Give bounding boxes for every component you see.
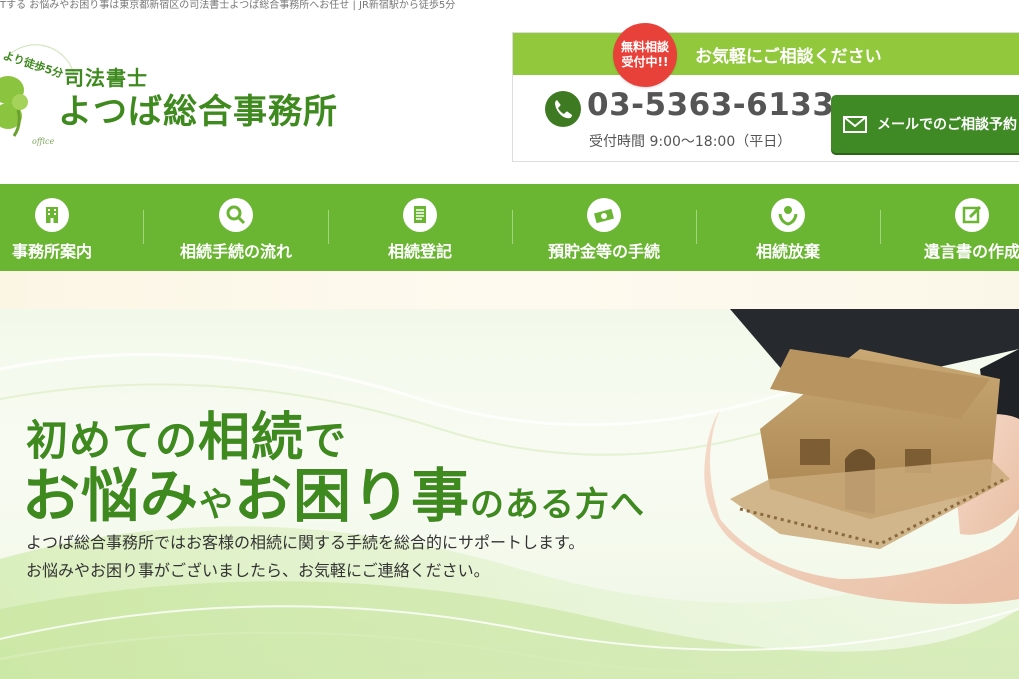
decorative-band [0,271,1019,309]
pencil-icon [955,198,989,232]
nav-item-flow[interactable]: 相続手続の流れ [144,184,328,271]
nav-item-savings[interactable]: 預貯金等の手続 [512,184,696,271]
contact-bar-text: お気軽にご相談ください [695,47,882,67]
phone-icon [545,91,581,127]
building-icon [35,198,69,232]
hero-headline-2a: お悩み [22,462,200,530]
nav-item-renunciation[interactable]: 相続放棄 [696,184,880,271]
logo-sub-text: office [32,137,55,146]
nav-label: 相続登記 [387,242,452,261]
free-consult-badge: 無料相談 受付中!! [613,23,677,87]
hero-headline-2: お悩みやお困り事のある方へ [22,449,645,533]
nav-item-office[interactable]: 事務所案内 [0,184,144,271]
hero-banner: 初めての相続で お悩みやお困り事のある方へ よつば総合事務所ではお客様の相続に関… [0,309,1019,679]
document-icon [403,198,437,232]
mail-button-label: メールでのご相談予約 [877,117,1017,133]
header: より徒歩5分 office 司法書士 よつば総合事務所 お気軽にご相談ください … [0,14,1019,184]
nav-label: 預貯金等の手続 [547,242,660,261]
nav-label: 相続手続の流れ [179,242,292,261]
hero-headline-2b: や [199,485,235,525]
logo-title: よつば総合事務所 [58,92,338,132]
phone-number[interactable]: 03-5363-6133 [587,87,834,123]
nav-label: 遺言書の作成 [923,242,1019,261]
nav-item-will[interactable]: 遺言書の作成 [880,184,1019,271]
nav-label: 事務所案内 [11,242,92,261]
main-nav: 事務所案内 相続手続の流れ 相続登記 預貯金等の手続 相続放棄 遺言書の作成 [0,184,1019,271]
badge-line-1: 無料相談 [620,40,669,54]
hero-description-2: お悩みやお困り事がございましたら、お気軽にご連絡ください。 [26,561,490,580]
hands-icon [771,198,805,232]
logo-arc-text: より徒歩5分 [1,48,65,81]
site-tagline: Tする お悩みやお困り事は東京都新宿区の司法書士よつば総合事務所へお任せ | J… [0,0,456,11]
hero-headline-2d: のある方へ [470,485,646,525]
contact-box: お気軽にご相談ください 無料相談 受付中!! 03-5363-6133 受付時間… [512,23,1019,162]
mail-consult-button[interactable]: メールでのご相談予約 [831,95,1019,153]
badge-line-2: 受付中!! [621,55,669,69]
business-hours: 受付時間 9:00〜18:00（平日） [589,134,792,150]
mail-icon [843,116,867,133]
nav-label: 相続放棄 [755,242,820,261]
contact-bar: お気軽にご相談ください [513,33,1019,75]
money-icon [587,198,621,232]
nav-item-registration[interactable]: 相続登記 [328,184,512,271]
search-icon [219,198,253,232]
hero-description-1: よつば総合事務所ではお客様の相続に関する手続を総合的にサポートします。 [26,533,585,552]
hero-headline-2c: お困り事 [234,462,471,530]
